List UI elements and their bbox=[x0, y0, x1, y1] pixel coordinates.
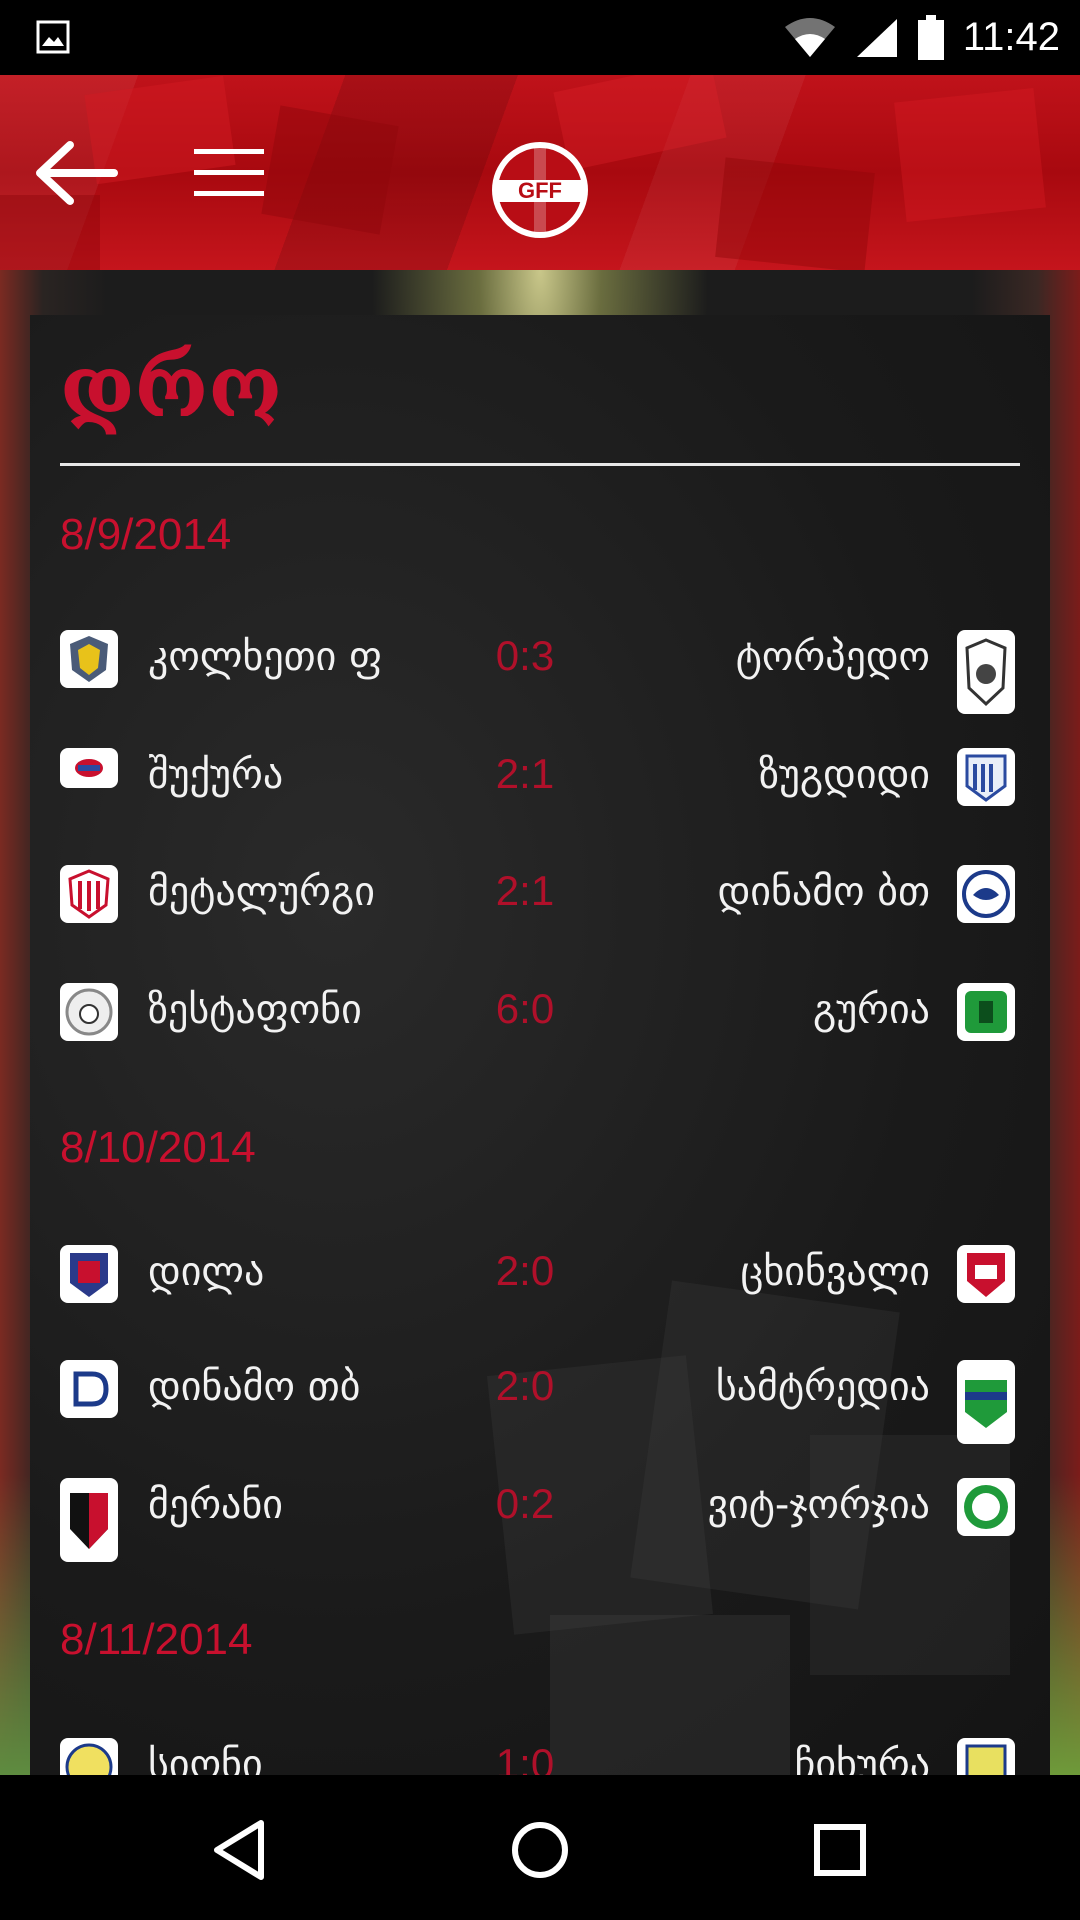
score: 2:0 bbox=[495, 1362, 555, 1409]
tskhinvali-crest-icon bbox=[957, 1245, 1015, 1303]
score: 2:0 bbox=[495, 1247, 555, 1294]
away-team: ზუგდიდი bbox=[759, 752, 930, 798]
menu-button[interactable] bbox=[190, 145, 270, 201]
metalurgi-crest-icon bbox=[60, 865, 118, 923]
home-team: დილა bbox=[148, 1249, 265, 1295]
match-row[interactable]: მეტალურგი 2:1 დინამო ბთ bbox=[30, 865, 1050, 955]
title-divider bbox=[60, 463, 1020, 466]
score: 1:0 bbox=[495, 1740, 555, 1775]
score: 2:1 bbox=[495, 867, 555, 914]
nav-home-icon[interactable] bbox=[505, 1815, 575, 1885]
away-team: ჩიხურა bbox=[794, 1742, 930, 1775]
match-row[interactable]: კოლხეთი ფ 0:3 ტორპედო bbox=[30, 630, 1050, 720]
pitch-strip-left bbox=[0, 1475, 30, 1775]
date-header: 8/10/2014 bbox=[60, 1123, 256, 1172]
wit-georgia-crest-icon bbox=[957, 1478, 1015, 1536]
match-row[interactable]: ზესტაფონი 6:0 გურია bbox=[30, 983, 1050, 1073]
status-bar: 11:42 bbox=[0, 0, 1080, 75]
samtredia-crest-icon bbox=[957, 1360, 1015, 1444]
pitch-strip-right bbox=[1050, 1475, 1080, 1775]
home-team: დინამო თბ bbox=[148, 1364, 361, 1410]
zugdidi-crest-icon bbox=[957, 748, 1015, 806]
kolkheti-crest-icon bbox=[60, 630, 118, 688]
dila-crest-icon bbox=[60, 1245, 118, 1303]
nav-recents-icon[interactable] bbox=[805, 1815, 875, 1885]
away-team: სამტრედია bbox=[715, 1364, 930, 1410]
home-team: მერანი bbox=[148, 1482, 283, 1528]
merani-crest-icon bbox=[60, 1478, 118, 1562]
guria-crest-icon bbox=[957, 983, 1015, 1041]
home-team: შუქურა bbox=[148, 752, 284, 798]
home-team: მეტალურგი bbox=[148, 869, 375, 915]
away-team: ცხინვალი bbox=[740, 1249, 930, 1295]
away-team: ტორპედო bbox=[735, 634, 930, 680]
gff-logo: GFF bbox=[492, 142, 588, 238]
home-team: ზესტაფონი bbox=[148, 987, 362, 1033]
wifi-icon bbox=[784, 17, 835, 57]
nav-back-icon[interactable] bbox=[205, 1815, 275, 1885]
home-team: სიონი bbox=[148, 1742, 263, 1775]
away-team: გურია bbox=[813, 987, 930, 1033]
match-row[interactable]: მერანი 0:2 ვიტ-ჯორჯია bbox=[30, 1478, 1050, 1568]
dinamo-tbilisi-crest-icon bbox=[60, 1360, 118, 1418]
away-team: ვიტ-ჯორჯია bbox=[707, 1482, 930, 1528]
torpedo-crest-icon bbox=[957, 630, 1015, 714]
logo-text: GFF bbox=[518, 178, 562, 203]
score: 0:2 bbox=[495, 1480, 555, 1527]
chikhura-crest-icon bbox=[957, 1738, 1015, 1775]
system-nav-bar bbox=[0, 1775, 1080, 1920]
shukura-crest-icon bbox=[60, 748, 118, 788]
home-team: კოლხეთი ფ bbox=[148, 634, 383, 680]
match-row[interactable]: დილა 2:0 ცხინვალი bbox=[30, 1245, 1050, 1335]
back-button[interactable] bbox=[30, 137, 120, 209]
image-icon bbox=[36, 20, 70, 54]
battery-icon bbox=[917, 14, 944, 60]
score: 0:3 bbox=[495, 632, 555, 679]
date-header: 8/9/2014 bbox=[60, 510, 232, 559]
app-header: GFF bbox=[0, 75, 1080, 270]
match-row[interactable]: შუქურა 2:1 ზუგდიდი bbox=[30, 748, 1050, 838]
match-row[interactable]: სიონი 1:0 ჩიხურა bbox=[30, 1738, 1050, 1775]
page-title: დრო bbox=[60, 337, 283, 436]
score: 6:0 bbox=[495, 985, 555, 1032]
away-team: დინამო ბთ bbox=[717, 869, 930, 915]
date-header: 8/11/2014 bbox=[60, 1615, 253, 1664]
signal-icon bbox=[856, 18, 897, 57]
clock: 11:42 bbox=[962, 15, 1060, 59]
match-row[interactable]: დინამო თბ 2:0 სამტრედია bbox=[30, 1360, 1050, 1450]
score: 2:1 bbox=[495, 750, 555, 797]
zestaponi-crest-icon bbox=[60, 983, 118, 1041]
dinamo-batumi-crest-icon bbox=[957, 865, 1015, 923]
sioni-crest-icon bbox=[60, 1738, 118, 1775]
fixtures-card: დრო 8/9/2014 კოლხეთი ფ 0:3 ტორპედო შუქურ… bbox=[30, 315, 1050, 1775]
